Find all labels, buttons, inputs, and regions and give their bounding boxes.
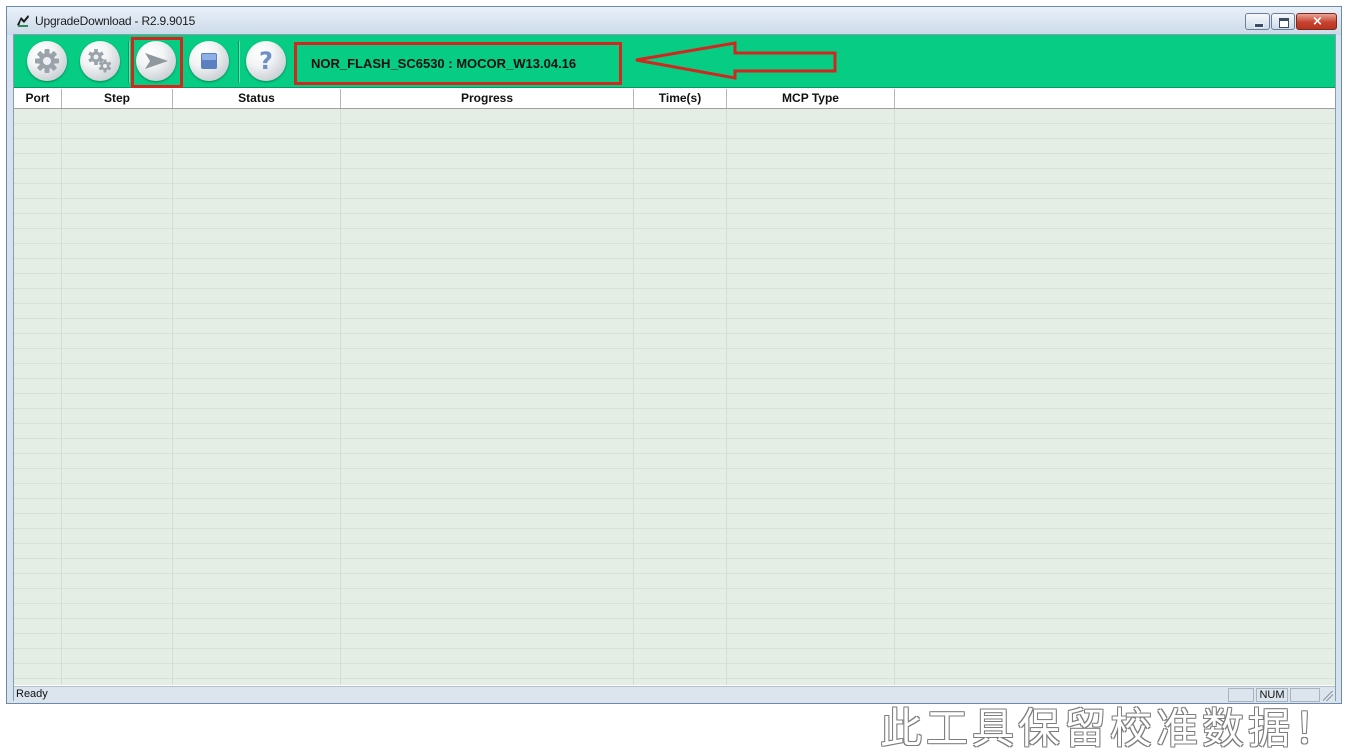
grid-column-divider (894, 109, 895, 685)
stop-icon (201, 53, 217, 69)
status-indicator-scroll (1290, 688, 1320, 702)
maximize-icon (1279, 18, 1289, 28)
settings-button[interactable] (27, 41, 67, 81)
grid-column-divider (633, 109, 634, 685)
column-header-time[interactable]: Time(s) (634, 89, 727, 108)
product-label-highlight (294, 42, 622, 85)
help-icon: ? (259, 47, 273, 75)
status-bar: Ready NUM (14, 686, 1335, 702)
svg-text:?: ? (259, 47, 273, 75)
toolbar-separator (238, 41, 240, 83)
column-header-status[interactable]: Status (173, 89, 341, 108)
calibration-watermark: 此工具保留校准数据！ (880, 704, 1341, 753)
window-title: UpgradeDownload - R2.9.9015 (35, 14, 196, 28)
app-window: UpgradeDownload - R2.9.9015 × ? NOR_FLAS… (6, 6, 1342, 753)
grid-column-divider (172, 109, 173, 685)
settings-gear-icon (35, 49, 59, 73)
column-header-port[interactable]: Port (14, 89, 62, 108)
options-gears-icon (88, 49, 112, 73)
minimize-button[interactable] (1245, 13, 1270, 30)
start-button-highlight (131, 37, 183, 88)
grid-header: Port Step Status Progress Time(s) MCP Ty… (14, 89, 1335, 109)
minimize-icon (1254, 23, 1264, 28)
resize-grip-icon[interactable] (1323, 691, 1333, 701)
grid-column-divider (340, 109, 341, 685)
port-list-grid[interactable]: 此工具保留校准数据！ (14, 109, 1336, 753)
status-indicator-num: NUM (1256, 688, 1288, 702)
help-button[interactable]: ? (246, 41, 286, 81)
close-button[interactable]: × (1296, 13, 1337, 30)
stop-button[interactable] (189, 41, 229, 81)
status-indicator-caps (1228, 688, 1254, 702)
status-text: Ready (16, 688, 48, 700)
maximize-button[interactable] (1271, 13, 1295, 30)
toolbar: ? NOR_FLASH_SC6530 : MOCOR_W13.04.16 (14, 35, 1335, 88)
column-header-mcp-type[interactable]: MCP Type (727, 89, 895, 108)
grid-column-divider (61, 109, 62, 685)
column-header-progress[interactable]: Progress (341, 89, 634, 108)
close-icon: × (1312, 14, 1323, 29)
toolbar-separator (128, 41, 130, 83)
grid-column-divider (726, 109, 727, 685)
title-bar[interactable]: UpgradeDownload - R2.9.9015 × (7, 7, 1341, 35)
annotation-arrow-icon (635, 41, 837, 80)
client-area: ? NOR_FLASH_SC6530 : MOCOR_W13.04.16 Por… (13, 34, 1336, 753)
options-button[interactable] (80, 41, 120, 81)
column-header-step[interactable]: Step (62, 89, 173, 108)
app-icon (17, 15, 29, 27)
